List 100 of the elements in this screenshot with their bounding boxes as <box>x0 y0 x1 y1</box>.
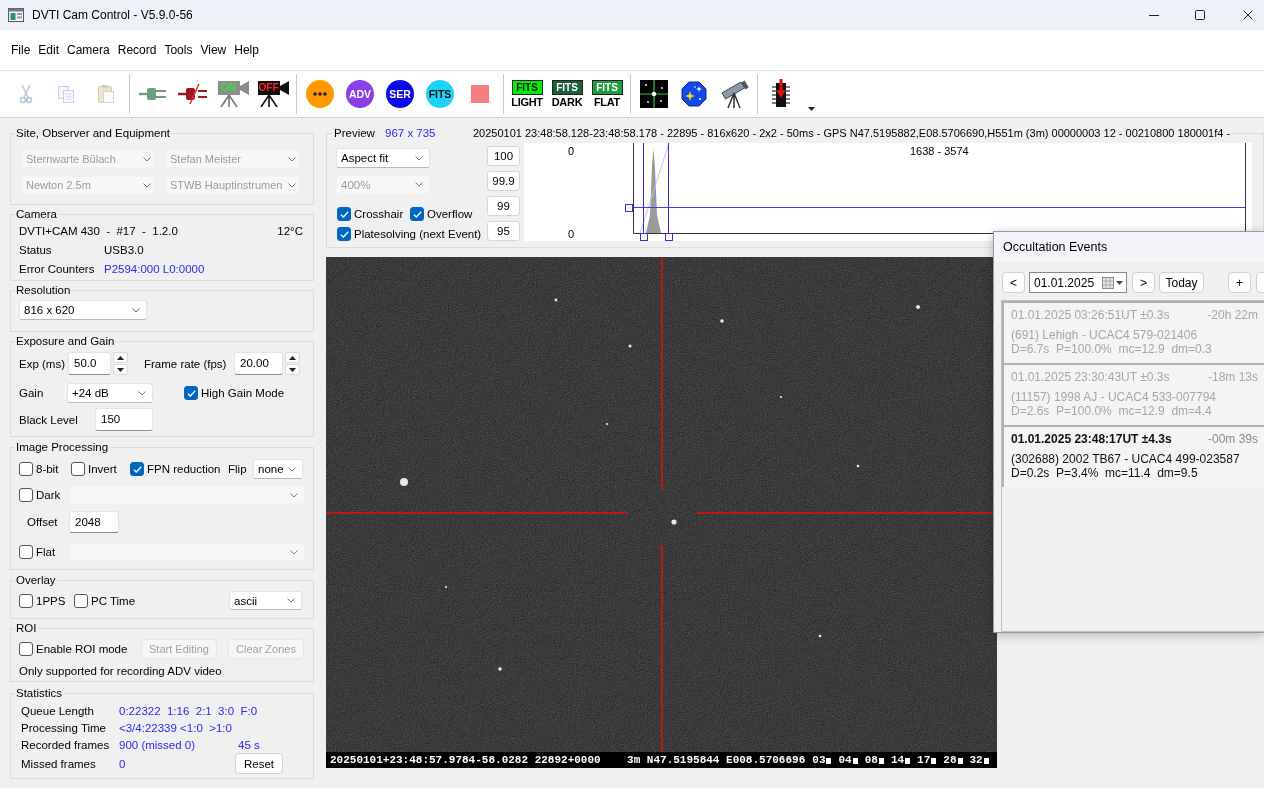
menu-item[interactable]: Help <box>234 43 259 57</box>
caret-icon[interactable] <box>808 107 815 111</box>
level-button[interactable]: 99 <box>487 196 520 216</box>
camera-temperature: 12°C <box>277 224 303 237</box>
star-dot <box>400 478 408 486</box>
checkbox-label[interactable]: Crosshair <box>354 208 404 220</box>
calendar-icon <box>1102 276 1114 289</box>
add-button[interactable]: + <box>1228 272 1251 293</box>
checkmark-icon <box>339 210 349 218</box>
chevron-down-icon <box>288 182 296 188</box>
reset-button[interactable]: Reset <box>235 753 283 774</box>
camera-model: DVTI+CAM 430 - #17 - 1.2.0 <box>19 224 179 237</box>
chevron-down-icon <box>143 182 151 188</box>
previous-day-button[interactable]: < <box>1002 272 1025 293</box>
event-object: (302688) 2002 TB67 - UCAC4 499-023587 <box>1011 452 1241 466</box>
spin-down-button[interactable] <box>113 364 128 375</box>
telescope-icon <box>719 79 749 109</box>
menu-item[interactable]: View <box>200 43 227 57</box>
checkbox-label[interactable]: Platesolving (next Event) <box>354 228 482 240</box>
checkbox-label[interactable]: Overflow <box>427 208 473 220</box>
drag-handle[interactable] <box>665 233 673 241</box>
overlay-format-dropdown[interactable]: ascii <box>229 591 302 610</box>
checkbox-label[interactable]: Enable ROI mode <box>36 643 128 655</box>
camera-off-button[interactable]: OFF <box>254 74 292 114</box>
frame-rate-field[interactable]: 20.00 <box>234 352 283 375</box>
group-title: Resolution <box>15 283 72 297</box>
satellite-number: 04 <box>838 754 852 766</box>
format-button[interactable]: ADV <box>346 80 374 108</box>
checkbox[interactable] <box>19 593 33 608</box>
checkbox-label[interactable]: High Gain Mode <box>201 387 285 399</box>
fits-frame-button[interactable]: FITS LIGHT <box>508 74 546 114</box>
spin-up-button[interactable] <box>285 352 300 363</box>
checkbox[interactable] <box>74 593 88 608</box>
checkbox-label[interactable]: 1PPS <box>36 594 66 607</box>
gain-dropdown[interactable]: +24 dB <box>67 383 153 403</box>
event-countdown: -20h 22m <box>1207 308 1258 322</box>
square-marker-icon <box>905 758 911 764</box>
star-dot <box>498 667 502 671</box>
range-marker[interactable] <box>643 143 644 235</box>
drag-handle[interactable] <box>640 233 648 241</box>
group-title: Overlay <box>15 573 57 587</box>
checkbox[interactable] <box>19 462 33 476</box>
checkbox[interactable] <box>130 462 144 476</box>
menu-item[interactable]: Tools <box>164 43 193 57</box>
spin-up-button[interactable] <box>113 352 128 363</box>
checkbox-label[interactable]: Invert <box>88 463 117 475</box>
offset-field[interactable]: 2048 <box>69 511 119 533</box>
event-card[interactable]: 01.01.2025 23:48:17UT ±4.3s -00m 39s (302688) 2002 TB67 - UCAC4 499-023587 D=0.2s P=3.4% mc=11.4 dm=9.5 <box>1002 425 1264 487</box>
checkbox-label[interactable]: Flat <box>36 546 56 558</box>
checkbox-label[interactable]: 8-bit <box>36 463 59 475</box>
menu-item[interactable]: Camera <box>67 43 110 57</box>
range-marker[interactable] <box>668 143 669 235</box>
checkbox-label[interactable]: PC Time <box>91 594 136 607</box>
up-arrow-icon <box>117 355 124 360</box>
level-button[interactable]: 100 <box>487 146 520 166</box>
field-value: P2594:000 L0:0000 <box>104 262 206 275</box>
square-marker-icon <box>878 758 884 764</box>
checkbox[interactable] <box>184 386 198 400</box>
checkbox[interactable] <box>19 642 33 656</box>
format-button[interactable]: SER <box>386 80 414 108</box>
level-field[interactable]: 150 <box>95 408 153 431</box>
exposure-field[interactable]: 50.0 <box>68 352 111 375</box>
fit-dropdown[interactable]: Aspect fit <box>336 148 430 168</box>
fits-frame-button[interactable]: FITS DARK <box>548 74 586 114</box>
stop-icon <box>471 85 489 103</box>
level-button[interactable]: 95 <box>487 221 520 241</box>
field-label: Gain <box>19 387 45 399</box>
checkbox[interactable] <box>337 207 351 221</box>
next-day-button[interactable]: > <box>1132 272 1155 293</box>
star-dot <box>605 422 609 426</box>
flip-dropdown[interactable]: none <box>253 459 303 479</box>
checkbox[interactable] <box>19 488 33 502</box>
level-button[interactable]: 99.9 <box>487 171 520 191</box>
options-button[interactable] <box>306 80 334 108</box>
checkbox[interactable] <box>19 545 33 559</box>
field-label: Frame rate (fps) <box>144 357 228 370</box>
star-grid-icon <box>640 80 668 108</box>
star-dot <box>916 305 920 309</box>
stat-label: Missed frames <box>21 757 97 770</box>
menu-item[interactable]: Record <box>117 43 157 57</box>
menu-item[interactable]: File <box>11 43 31 57</box>
checkbox-label[interactable]: FPN reduction <box>147 463 221 475</box>
format-button[interactable]: FITS <box>426 80 454 108</box>
fits-frame-button[interactable]: FITS FLAT <box>588 74 626 114</box>
resolution-dropdown[interactable]: 816 x 620 <box>19 300 147 320</box>
date-field[interactable]: 01.01.2025 <box>1029 272 1127 293</box>
field-value: USB3.0 <box>104 243 145 256</box>
up-arrow-icon <box>289 355 296 360</box>
drag-handle[interactable] <box>625 204 633 212</box>
menu-item[interactable]: Edit <box>38 43 60 57</box>
today-button[interactable]: Today <box>1159 272 1204 293</box>
checkbox[interactable] <box>71 462 85 476</box>
field-label: Offset <box>26 516 59 528</box>
checkbox[interactable] <box>337 227 351 241</box>
stat-value: 0:22322 1:16 2:1 3:0 F:0 <box>119 704 259 717</box>
spin-down-button[interactable] <box>285 364 300 375</box>
event-countdown: -00m 39s <box>1207 432 1258 446</box>
checkbox-label[interactable]: Dark <box>36 489 61 501</box>
frame-info: 20250101 23:48:58.128-23:48:58.178 - 22895 - 816x620 - 2x2 - 50ms - GPS N47.5195882,E08.5706690,H551m (3m) 00000003 12 - 00210800 180001f4 - <box>473 126 1231 140</box>
checkbox[interactable] <box>410 207 424 221</box>
